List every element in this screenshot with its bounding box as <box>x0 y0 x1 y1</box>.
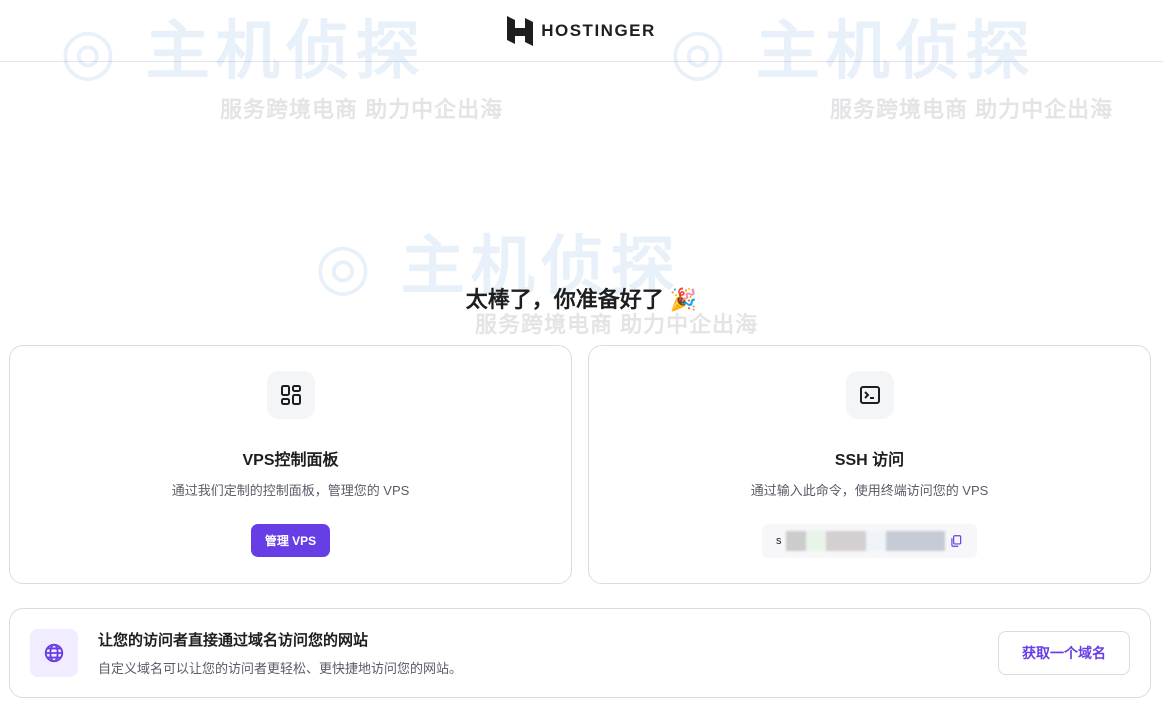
ssh-command-field[interactable]: s <box>762 524 977 558</box>
domain-desc: 自定义域名可以让您的访问者更轻松、更快捷地访问您的网站。 <box>98 658 998 677</box>
party-popper-icon: 🎉 <box>670 287 697 312</box>
domain-banner: 让您的访问者直接通过域名访问您的网站 自定义域名可以让您的访问者更轻松、更快捷地… <box>9 608 1151 698</box>
header: HOSTINGER <box>0 0 1163 62</box>
manage-vps-button[interactable]: 管理 VPS <box>251 524 330 557</box>
globe-icon <box>30 629 78 677</box>
hostinger-logo-icon <box>507 16 533 46</box>
get-domain-button[interactable]: 获取一个域名 <box>998 631 1130 675</box>
card-desc: 通过我们定制的控制面板，管理您的 VPS <box>10 480 571 499</box>
redacted-command <box>786 531 946 551</box>
copy-icon[interactable] <box>949 534 963 548</box>
ssh-access-card: SSH 访问 通过输入此命令，使用终端访问您的 VPS s <box>588 345 1151 584</box>
page-title: 太棒了，你准备好了 🎉 <box>0 282 1163 314</box>
card-title: SSH 访问 <box>589 446 1150 470</box>
domain-title: 让您的访问者直接通过域名访问您的网站 <box>98 629 998 650</box>
dashboard-icon <box>267 371 315 419</box>
ssh-command-text: s <box>776 535 782 547</box>
watermark: ◎ 主机侦探服务跨境电商 助力中企出海 <box>315 215 758 339</box>
card-desc: 通过输入此命令，使用终端访问您的 VPS <box>589 480 1150 499</box>
terminal-icon <box>846 371 894 419</box>
card-title: VPS控制面板 <box>10 446 571 470</box>
vps-panel-card: VPS控制面板 通过我们定制的控制面板，管理您的 VPS 管理 VPS <box>9 345 572 584</box>
brand-name: HOSTINGER <box>541 21 656 41</box>
